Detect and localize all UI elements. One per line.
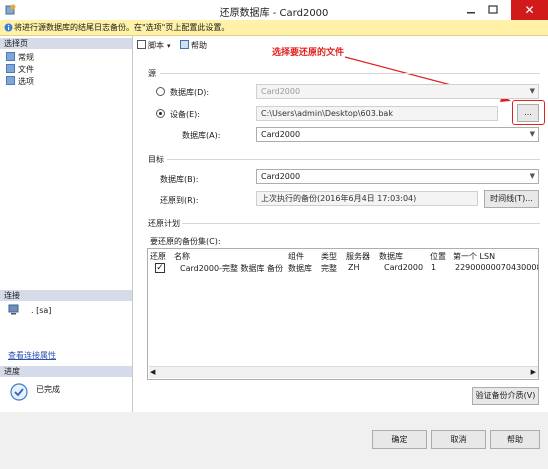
ok-button[interactable]: 确定 (372, 430, 427, 449)
verify-backup-button[interactable]: 验证备份介质(V) (472, 387, 539, 405)
column-header[interactable]: 数据库 (379, 251, 403, 262)
plan-divider (182, 223, 540, 224)
target-db-value: Card2000 (261, 172, 301, 181)
target-db-select[interactable]: Card2000 ▼ (256, 169, 539, 184)
database-radio-label: 数据库(D): (170, 88, 210, 97)
help-footer-button[interactable]: 帮助 (490, 430, 540, 449)
cell-server: ZH (348, 263, 360, 272)
cell-first-lsn: 229000000704300084 (455, 263, 539, 272)
target-divider (167, 159, 540, 160)
source-divider (160, 73, 540, 74)
backup-sets-table[interactable]: 还原 名称 组件 类型 服务器 数据库 位置 第一个 LSN ✓ Card200… (147, 248, 539, 380)
database-radio[interactable] (156, 87, 165, 96)
column-header[interactable]: 类型 (321, 251, 337, 262)
chevron-down-icon: ▼ (529, 130, 535, 138)
column-header[interactable]: 第一个 LSN (453, 251, 495, 262)
restore-checkbox[interactable]: ✓ (155, 263, 165, 273)
column-header[interactable]: 位置 (430, 251, 446, 262)
source-db-label: 数据库(A): (182, 131, 221, 140)
source-header: 源 (148, 69, 156, 78)
target-header: 目标 (148, 155, 164, 164)
restore-to-field: 上次执行的备份(2016年6月4日 17:03:04) (256, 191, 478, 206)
scroll-left-icon[interactable]: ◀ (150, 368, 155, 376)
cell-component: 数据库 (288, 264, 312, 273)
device-path-value: C:\Users\admin\Desktop\603.bak (261, 109, 393, 118)
table-row[interactable]: ✓ Card2000-完整 数据库 备份 数据库 完整 ZH Card2000 … (149, 262, 538, 275)
cell-name: Card2000-完整 数据库 备份 (180, 264, 284, 273)
restore-to-label: 还原到(R): (160, 196, 199, 205)
device-radio[interactable] (156, 109, 165, 118)
device-radio-label: 设备(E): (170, 110, 200, 119)
column-header[interactable]: 名称 (174, 251, 190, 262)
plan-header: 还原计划 (148, 219, 180, 228)
cell-type: 完整 (321, 264, 337, 273)
chevron-down-icon: ▼ (529, 172, 535, 180)
column-header[interactable]: 组件 (288, 251, 304, 262)
target-db-label: 数据库(B): (160, 175, 199, 184)
cell-position: 1 (431, 263, 437, 272)
annotation-arrow (344, 56, 511, 102)
source-database-value: Card2000 (261, 87, 301, 96)
timeline-button[interactable]: 时间线(T)... (484, 190, 539, 208)
backup-sets-label: 要还原的备份集(C): (150, 237, 221, 246)
scroll-right-icon[interactable]: ▶ (531, 368, 536, 376)
annotation-box (512, 100, 545, 125)
column-header[interactable]: 服务器 (346, 251, 370, 262)
cancel-button[interactable]: 取消 (431, 430, 486, 449)
restore-to-value: 上次执行的备份(2016年6月4日 17:03:04) (261, 194, 417, 203)
device-path-field[interactable]: C:\Users\admin\Desktop\603.bak (256, 106, 498, 121)
source-db-select[interactable]: Card2000 ▼ (256, 127, 539, 142)
column-header[interactable]: 还原 (150, 251, 166, 262)
horizontal-scrollbar[interactable]: ◀ ▶ (149, 366, 538, 378)
cell-database: Card2000 (384, 263, 424, 272)
source-db-value: Card2000 (261, 130, 301, 139)
chevron-down-icon: ▼ (529, 87, 535, 95)
source-database-select[interactable]: Card2000 ▼ (256, 84, 539, 99)
